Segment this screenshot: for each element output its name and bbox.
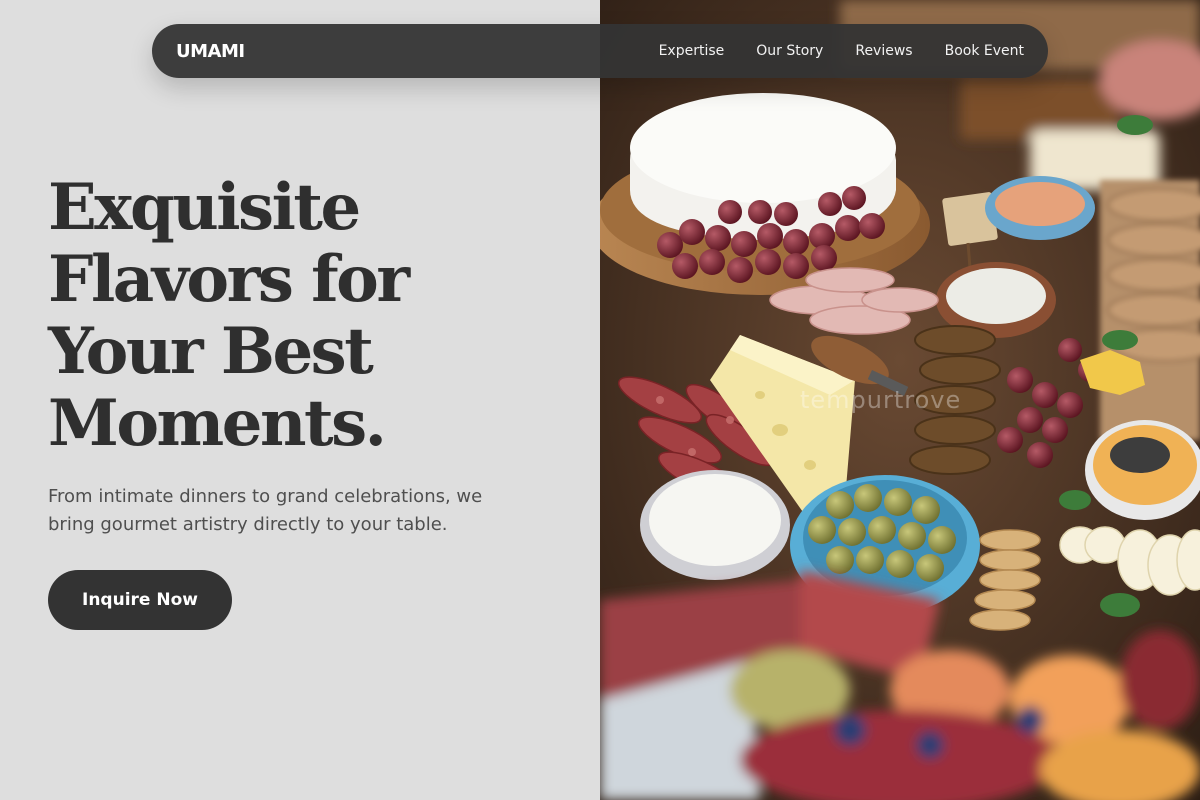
nav-links: Expertise Our Story Reviews Book Event xyxy=(659,43,1024,59)
nav-link-expertise[interactable]: Expertise xyxy=(659,43,725,59)
hero-headline: Exquisite Flavors for Your Best Moments. xyxy=(48,172,568,460)
headline-line: Exquisite xyxy=(48,170,361,245)
nav-link-book-event[interactable]: Book Event xyxy=(945,43,1024,59)
hero-content: Exquisite Flavors for Your Best Moments.… xyxy=(0,0,600,800)
headline-line: Your Best xyxy=(48,314,374,389)
nav-link-our-story[interactable]: Our Story xyxy=(756,43,823,59)
headline-line: Moments. xyxy=(48,386,387,461)
top-navbar: UMAMI Expertise Our Story Reviews Book E… xyxy=(152,24,1048,78)
nav-link-reviews[interactable]: Reviews xyxy=(855,43,912,59)
inquire-now-button[interactable]: Inquire Now xyxy=(48,570,232,630)
photo-watermark: tempurtrove xyxy=(800,386,962,414)
hero-subtext: From intimate dinners to grand celebrati… xyxy=(48,486,483,535)
brand-logo[interactable]: UMAMI xyxy=(176,41,245,62)
headline-line: Flavors for xyxy=(48,242,410,317)
